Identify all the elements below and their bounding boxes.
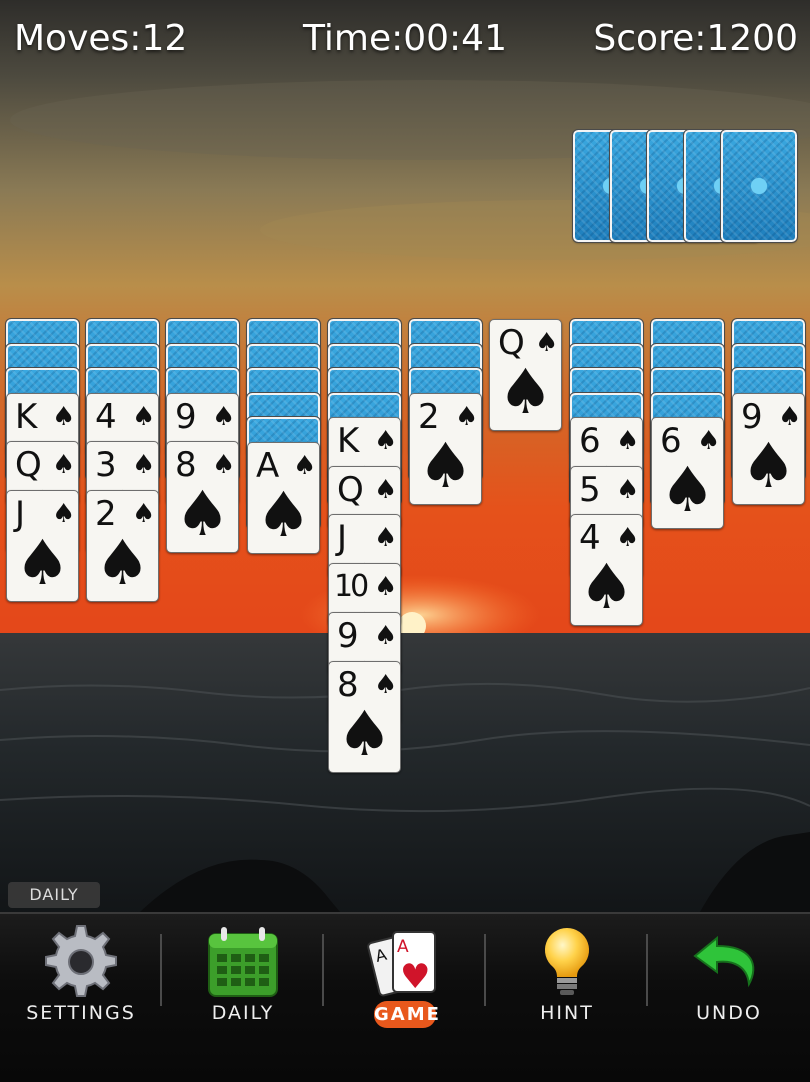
spade-icon: ♠ [374, 523, 398, 553]
settings-label: SETTINGS [26, 1002, 136, 1024]
spade-icon: ♠ [578, 550, 635, 623]
undo-arrow-icon [693, 935, 755, 988]
cards-icon: A A ♥ [367, 931, 436, 997]
spade-icon: ♠ [212, 450, 236, 480]
undo-label: UNDO [696, 1002, 762, 1024]
playing-card[interactable]: A ♠ ♠ [247, 442, 320, 554]
daily-label: DAILY [211, 1002, 275, 1024]
playing-card[interactable]: Q♠♠ [489, 319, 562, 431]
spade-icon: ♠ [616, 475, 640, 505]
time-value: 00:41 [403, 18, 507, 59]
hint-button[interactable]: HINT [486, 914, 648, 1044]
playing-card[interactable]: 8 ♠ ♠ [328, 661, 401, 773]
bottom-toolbar: SETTINGS DAILY A A ♥ GAME HINT UNDO [0, 912, 810, 1082]
score-value: 1200 [706, 18, 798, 59]
score-label: Score: [593, 18, 707, 59]
playing-card[interactable]: 6♠♠ [651, 417, 724, 529]
playing-card[interactable]: 8 ♠ ♠ [166, 441, 239, 553]
time-counter: Time:00:41 [303, 18, 507, 59]
spade-icon: ♠ [659, 453, 716, 526]
spade-icon: ♠ [374, 621, 398, 651]
stock-card[interactable] [720, 129, 798, 243]
spade-icon: ♠ [374, 572, 398, 602]
spade-icon: ♠ [174, 477, 231, 550]
spade-icon: ♠ [132, 499, 156, 529]
spade-icon: ♠ [497, 355, 554, 428]
svg-text:A: A [397, 937, 409, 957]
calendar-icon [208, 927, 278, 997]
spade-icon: ♠ [455, 402, 479, 432]
spade-icon: ♠ [778, 402, 802, 432]
spade-icon: ♠ [374, 475, 398, 505]
playing-card[interactable]: 4♠♠ [570, 514, 643, 626]
spade-icon: ♠ [374, 670, 398, 700]
playing-card[interactable]: J♠♠ [6, 490, 79, 602]
svg-text:♥: ♥ [400, 957, 430, 997]
undo-button[interactable]: UNDO [648, 914, 810, 1044]
playing-card[interactable]: 2 ♠ ♠ [86, 490, 159, 602]
spade-icon: ♠ [212, 402, 236, 432]
lightbulb-icon [544, 928, 590, 995]
time-label: Time: [303, 18, 404, 59]
game-button[interactable]: A A ♥ GAME [324, 914, 486, 1044]
settings-button[interactable]: SETTINGS [0, 914, 162, 1044]
spade-icon: ♠ [616, 523, 640, 553]
spade-icon: ♠ [616, 426, 640, 456]
spade-icon: ♠ [697, 426, 721, 456]
playing-card[interactable]: 2 ♠ ♠ [409, 393, 482, 505]
moves-value: 12 [141, 18, 188, 59]
playing-card[interactable]: 9♠♠ [732, 393, 805, 505]
spade-icon: ♠ [132, 402, 156, 432]
moves-counter: Moves:12 [14, 18, 187, 59]
daily-tag: DAILY [8, 882, 100, 908]
spade-icon: ♠ [255, 478, 312, 551]
hint-label: HINT [540, 1002, 594, 1024]
spade-icon: ♠ [535, 328, 559, 358]
spade-icon: ♠ [94, 526, 151, 599]
spade-icon: ♠ [52, 402, 76, 432]
spade-icon: ♠ [14, 526, 71, 599]
moves-label: Moves: [14, 18, 142, 59]
spade-icon: ♠ [374, 426, 398, 456]
score-counter: Score:1200 [593, 18, 798, 59]
game-label: GAME [374, 1001, 439, 1028]
spade-icon: ♠ [293, 451, 317, 481]
daily-button[interactable]: DAILY [162, 914, 324, 1044]
spade-icon: ♠ [52, 450, 76, 480]
spade-icon: ♠ [52, 499, 76, 529]
spade-icon: ♠ [132, 450, 156, 480]
spade-icon: ♠ [417, 429, 474, 502]
gear-icon [45, 925, 117, 997]
spade-icon: ♠ [740, 429, 797, 502]
spade-icon: ♠ [336, 697, 393, 770]
